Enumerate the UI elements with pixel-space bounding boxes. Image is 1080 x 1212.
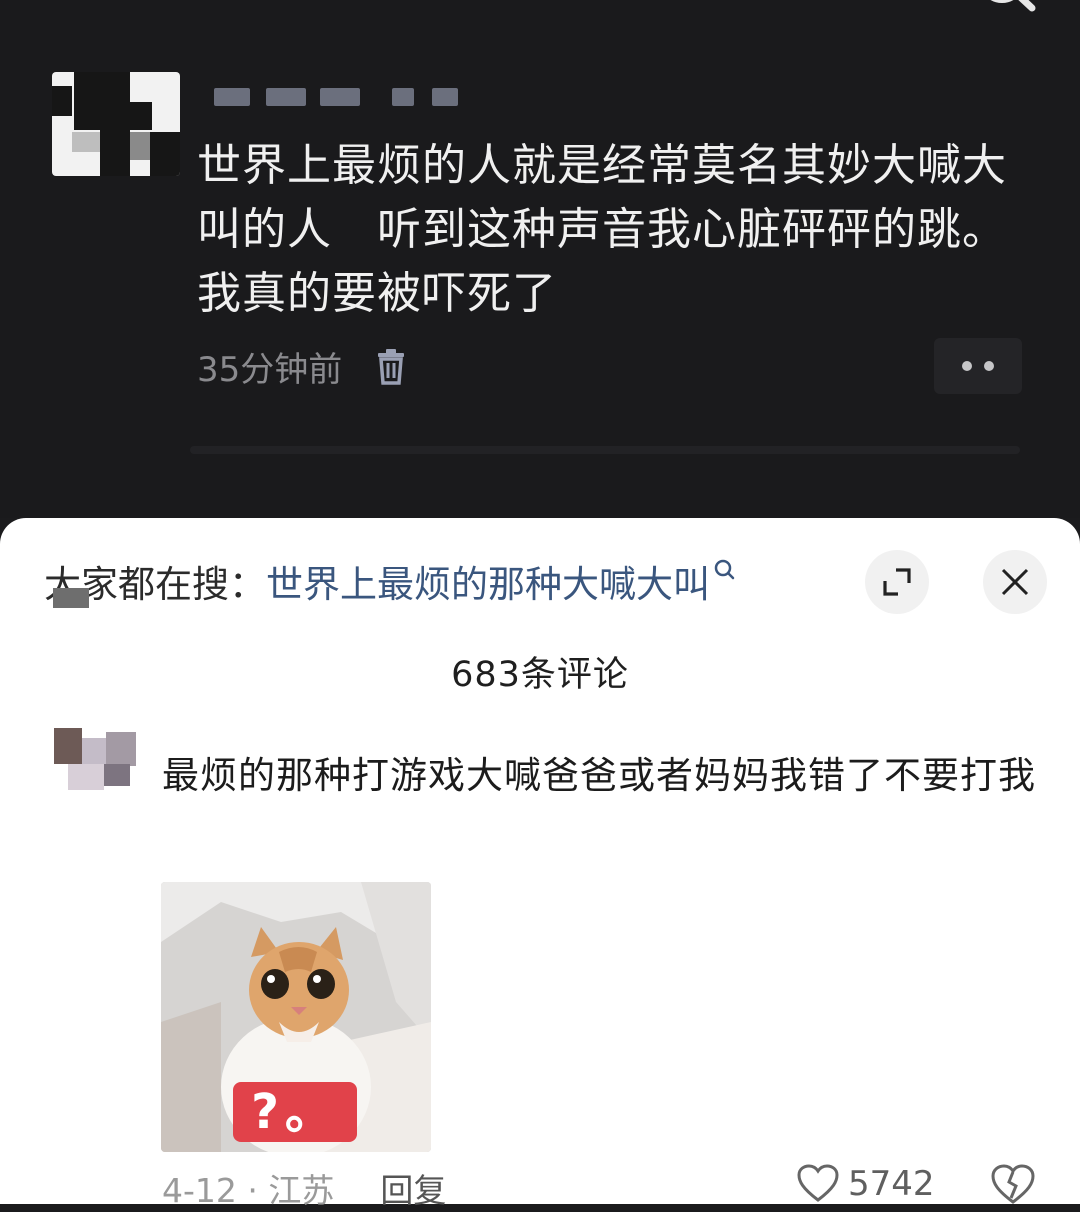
close-icon bbox=[1001, 568, 1029, 596]
comment-image[interactable]: ?。 bbox=[161, 882, 431, 1152]
sticker-badge: ?。 bbox=[233, 1082, 357, 1142]
post-area: 世界上最烦的人就是经常莫名其妙大喊大叫的人 听到这种声音我心脏砰砰的跳。我真的要… bbox=[0, 0, 1080, 518]
post-time: 35分钟前 bbox=[197, 350, 343, 390]
avatar[interactable] bbox=[54, 728, 140, 790]
reply-button[interactable]: 回复 bbox=[380, 1164, 446, 1212]
more-icon-dot bbox=[984, 361, 994, 371]
avatar[interactable] bbox=[52, 72, 180, 176]
sticker-text: ?。 bbox=[251, 1084, 339, 1140]
comment-text: 最烦的那种打游戏大喊爸爸或者妈妈我错了不要打我 bbox=[162, 754, 1036, 797]
blur-patch bbox=[53, 588, 89, 608]
expand-button[interactable] bbox=[865, 550, 929, 614]
broken-heart-icon[interactable] bbox=[990, 1164, 1036, 1206]
divider bbox=[190, 446, 1020, 454]
like-button[interactable]: 5742 bbox=[796, 1164, 935, 1204]
username-blurred[interactable] bbox=[214, 88, 474, 110]
expand-icon bbox=[883, 568, 911, 596]
more-button[interactable] bbox=[934, 338, 1022, 394]
hot-search-query[interactable]: 世界上最烦的那种大喊大叫 bbox=[266, 554, 710, 608]
comment-count: 683条评论 bbox=[451, 655, 629, 695]
comment-date-location: 4-12 · 江苏 bbox=[162, 1171, 335, 1210]
heart-icon bbox=[797, 1164, 839, 1202]
post-text: 世界上最烦的人就是经常莫名其妙大喊大叫的人 听到这种声音我心脏砰砰的跳。我真的要… bbox=[197, 140, 1007, 319]
post-meta: 35分钟前 bbox=[197, 342, 406, 391]
close-button[interactable] bbox=[983, 550, 1047, 614]
search-icon[interactable] bbox=[970, 0, 1040, 26]
like-count: 5742 bbox=[848, 1164, 935, 1204]
trash-icon[interactable] bbox=[376, 348, 406, 385]
more-icon-dot bbox=[962, 361, 972, 371]
comment-footer: 4-12 · 江苏 回复 bbox=[162, 1164, 446, 1212]
comments-sheet: 大家都在搜： 世界上最烦的那种大喊大叫 683条评论 最烦的那种打游戏大喊爸爸或… bbox=[0, 518, 1080, 1210]
hot-search-link[interactable]: 大家都在搜： 世界上最烦的那种大喊大叫 bbox=[44, 554, 738, 608]
search-icon bbox=[714, 559, 735, 580]
